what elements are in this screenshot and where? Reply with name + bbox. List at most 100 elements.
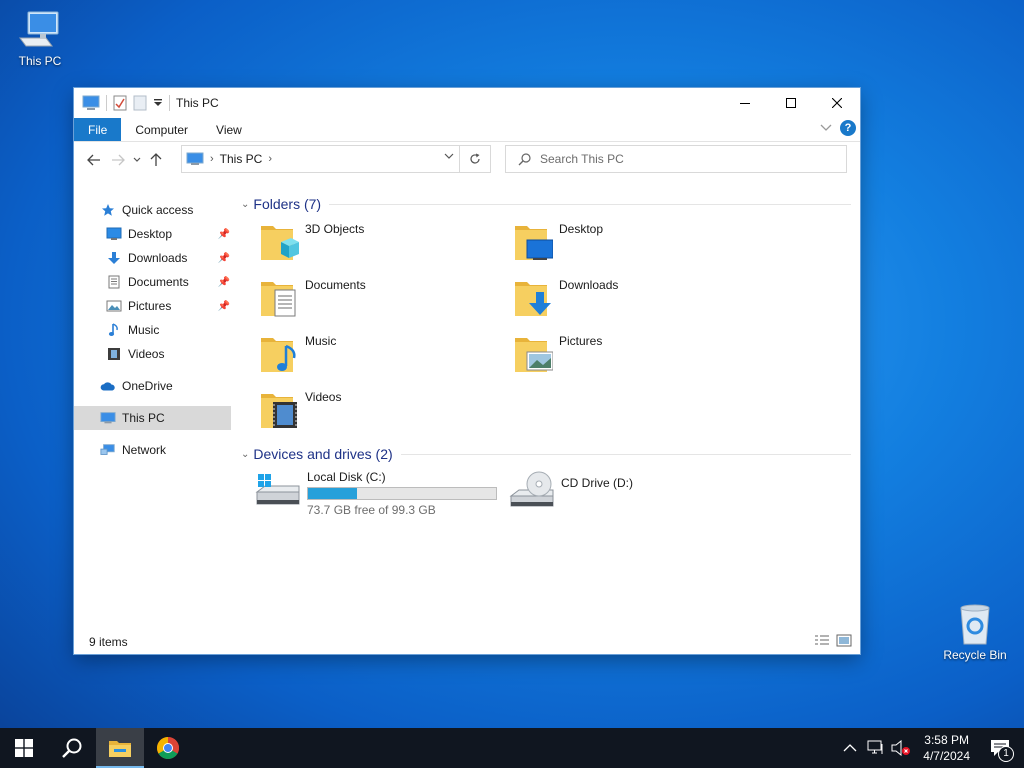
- sidebar-item-videos[interactable]: Videos: [74, 342, 234, 366]
- search-input[interactable]: [538, 151, 842, 167]
- title-bar: This PC: [74, 88, 860, 118]
- minimize-button[interactable]: [722, 88, 768, 118]
- details-view-icon[interactable]: [814, 634, 830, 648]
- up-button[interactable]: [144, 148, 168, 172]
- sidebar-item-label: Downloads: [128, 251, 188, 265]
- drive-local-disk-c[interactable]: Local Disk (C:) 73.7 GB free of 99.3 GB: [255, 470, 509, 517]
- sidebar-item-this-pc[interactable]: This PC: [74, 406, 231, 430]
- sidebar-item-label: Documents: [128, 275, 189, 289]
- folder-pictures[interactable]: Pictures: [513, 328, 767, 384]
- network-status-icon[interactable]: [867, 740, 885, 756]
- refresh-button[interactable]: [459, 146, 490, 172]
- breadcrumb-this-pc[interactable]: This PC: [220, 152, 263, 166]
- sidebar-item-music[interactable]: Music: [74, 318, 234, 342]
- drive-cd-d[interactable]: CD Drive (D:): [509, 470, 763, 517]
- sidebar-item-desktop[interactable]: Desktop 📌: [74, 222, 234, 246]
- sidebar-item-network[interactable]: Network: [74, 438, 234, 462]
- expand-ribbon-icon[interactable]: [820, 123, 832, 133]
- computer-icon: [19, 11, 59, 47]
- hard-drive-icon: [255, 474, 300, 505]
- clock-time: 3:58 PM: [924, 733, 969, 747]
- tab-computer[interactable]: Computer: [121, 118, 202, 141]
- forward-button[interactable]: [106, 148, 130, 172]
- pin-icon[interactable]: 📌: [218, 301, 230, 312]
- desktop-recycle-bin[interactable]: Recycle Bin: [935, 602, 1015, 662]
- maximize-button[interactable]: [768, 88, 814, 118]
- show-hidden-icons-icon[interactable]: [843, 743, 857, 753]
- pin-icon[interactable]: 📌: [218, 229, 230, 240]
- folder-documents[interactable]: Documents: [259, 272, 513, 328]
- taskbar-chrome[interactable]: [144, 728, 192, 768]
- chevron-down-icon: [133, 157, 141, 162]
- folder-label: Downloads: [559, 278, 619, 292]
- back-button[interactable]: [82, 148, 106, 172]
- minimize-icon: [740, 103, 750, 104]
- status-bar: 9 items: [74, 630, 860, 654]
- help-icon[interactable]: ?: [840, 120, 856, 136]
- taskbar-file-explorer[interactable]: [96, 728, 144, 768]
- address-bar[interactable]: › This PC ›: [181, 145, 491, 173]
- sidebar-item-label: Pictures: [128, 299, 172, 313]
- clock[interactable]: 3:58 PM 4/7/2024: [923, 732, 970, 764]
- windows-logo-icon: [15, 739, 33, 757]
- pin-icon[interactable]: 📌: [218, 277, 230, 288]
- collapse-chevron-icon[interactable]: ⌄: [241, 449, 249, 460]
- folders-group-header[interactable]: ⌄ Folders (7): [239, 192, 851, 216]
- customize-toolbar-icon[interactable]: [153, 98, 163, 108]
- clock-date: 4/7/2024: [923, 749, 970, 763]
- tab-file[interactable]: File: [74, 118, 122, 141]
- search-box[interactable]: [505, 145, 847, 173]
- folder-music[interactable]: Music: [259, 328, 513, 384]
- navigation-bar: › This PC ›: [74, 142, 860, 178]
- tab-view[interactable]: View: [202, 118, 256, 141]
- collapse-chevron-icon[interactable]: ⌄: [241, 199, 249, 210]
- search-button[interactable]: [48, 728, 96, 768]
- cd-drive-icon: [509, 471, 554, 507]
- action-center-button[interactable]: 1: [980, 728, 1020, 768]
- folder-pictures-icon: [515, 338, 553, 372]
- folder-3d-objects[interactable]: 3D Objects: [259, 216, 513, 272]
- folder-videos-icon: [261, 394, 297, 428]
- new-folder-icon[interactable]: [133, 95, 147, 111]
- close-button[interactable]: [814, 88, 860, 118]
- sidebar-item-pictures[interactable]: Pictures 📌: [74, 294, 234, 318]
- desktop-this-pc[interactable]: This PC: [0, 8, 80, 68]
- large-icons-view-icon[interactable]: [836, 634, 852, 648]
- recent-locations-button[interactable]: [130, 148, 144, 172]
- arrow-left-icon: [87, 154, 100, 166]
- sidebar-item-quick-access[interactable]: Quick access: [74, 198, 234, 222]
- desktop-recycle-bin-label: Recycle Bin: [943, 648, 1007, 662]
- folder-label: Documents: [305, 278, 366, 292]
- breadcrumb-separator-icon[interactable]: ›: [268, 153, 272, 165]
- folders-grid: 3D Objects Desktop Documents Downloads M…: [259, 216, 851, 440]
- folder-videos[interactable]: Videos: [259, 384, 513, 440]
- drive-free-space: 73.7 GB free of 99.3 GB: [307, 503, 436, 517]
- folder-downloads[interactable]: Downloads: [513, 272, 767, 328]
- volume-muted-icon[interactable]: [891, 740, 911, 756]
- group-divider: [329, 203, 851, 205]
- folder-desktop-icon: [515, 226, 553, 260]
- this-pc-icon: [82, 95, 100, 110]
- arrow-right-icon: [112, 154, 125, 166]
- sidebar-item-documents[interactable]: Documents 📌: [74, 270, 234, 294]
- pictures-icon: [106, 298, 122, 314]
- downloads-icon: [106, 250, 122, 266]
- ribbon-controls: ?: [820, 120, 856, 136]
- address-dropdown-icon[interactable]: [444, 152, 454, 160]
- group-divider: [400, 453, 851, 455]
- sidebar-item-label: OneDrive: [122, 379, 173, 393]
- drives-group-title: Devices and drives (2): [253, 446, 393, 462]
- music-icon: [106, 322, 122, 338]
- toolbar-separator: [169, 95, 170, 111]
- drives-group-header[interactable]: ⌄ Devices and drives (2): [239, 442, 851, 466]
- properties-icon[interactable]: [113, 95, 127, 111]
- breadcrumb-separator-icon[interactable]: ›: [210, 153, 214, 165]
- sidebar-item-downloads[interactable]: Downloads 📌: [74, 246, 234, 270]
- start-button[interactable]: [0, 728, 48, 768]
- desktop-this-pc-label: This PC: [18, 54, 62, 68]
- pin-icon[interactable]: 📌: [218, 253, 230, 264]
- sidebar-item-label: Videos: [128, 347, 165, 361]
- window-title: This PC: [176, 96, 219, 110]
- sidebar-item-onedrive[interactable]: OneDrive: [74, 374, 234, 398]
- folder-desktop[interactable]: Desktop: [513, 216, 767, 272]
